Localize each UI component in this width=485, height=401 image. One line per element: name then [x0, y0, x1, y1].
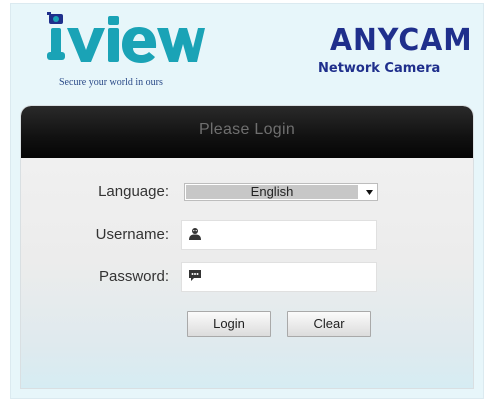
login-panel: Please Login Language: English Username:: [21, 106, 473, 388]
language-select[interactable]: English: [184, 183, 378, 201]
key-chat-icon: [189, 270, 201, 281]
username-label: Username:: [95, 226, 169, 243]
username-row: Username:: [21, 220, 473, 250]
iview-wordmark-logo: [47, 12, 205, 63]
username-field[interactable]: [181, 220, 377, 250]
language-row: Language: English: [21, 177, 473, 207]
chevron-down-icon[interactable]: [366, 190, 373, 195]
clear-button[interactable]: Clear: [287, 311, 371, 337]
user-icon: [189, 228, 201, 240]
iview-tagline: Secure your world in ours: [59, 77, 163, 88]
header: Secure your world in ours ANYCAM Network…: [11, 4, 483, 104]
language-selected-value: English: [186, 185, 358, 199]
login-button[interactable]: Login: [187, 311, 271, 337]
password-row: Password:: [21, 262, 473, 292]
password-label: Password:: [98, 268, 169, 285]
anycam-wordmark: ANYCAM: [330, 23, 473, 58]
iview-logo: Secure your world in ours: [45, 12, 205, 90]
anycam-subtitle: Network Camera: [318, 61, 441, 76]
login-title: Please Login: [21, 106, 473, 158]
anycam-logo: ANYCAM Network Camera: [318, 26, 472, 78]
login-page: Secure your world in ours ANYCAM Network…: [10, 3, 484, 399]
password-field[interactable]: [181, 262, 377, 292]
password-input[interactable]: [208, 267, 372, 289]
username-input[interactable]: [208, 225, 372, 247]
language-label: Language:: [98, 183, 169, 200]
